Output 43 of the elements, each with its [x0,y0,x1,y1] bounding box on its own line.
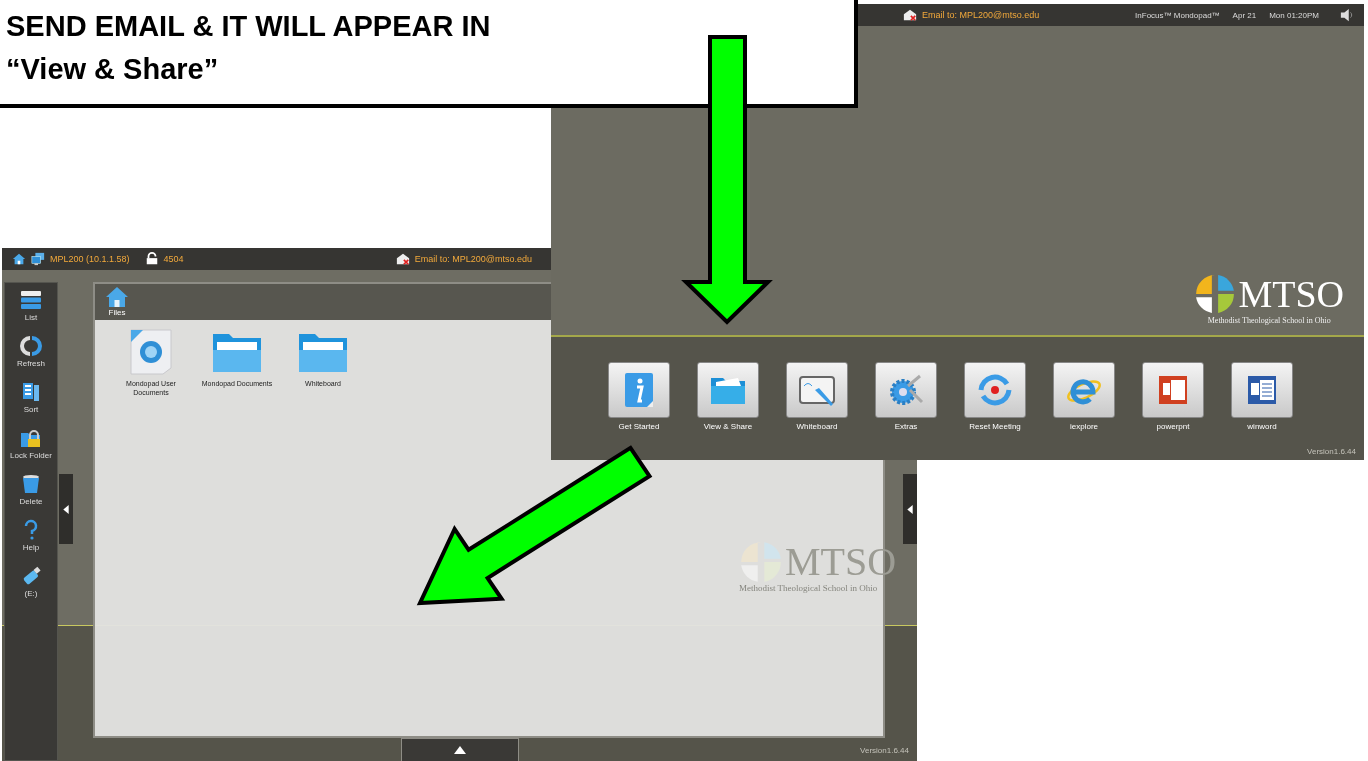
sort-icon [20,381,42,403]
device-name: MPL200 (10.1.1.58) [50,254,130,264]
version-label: Version1.6.44 [860,746,909,755]
sidebar-button[interactable]: List [20,289,42,331]
sidebar-button[interactable]: (E:) [20,565,42,607]
refresh-icon [20,335,42,357]
sidebar-button[interactable]: Sort [20,381,42,423]
sidebar-button[interactable]: Lock Folder [10,427,52,469]
callout-text: SEND EMAIL & IT WILL APPEAR IN [6,10,491,43]
trash-icon [20,473,42,495]
cross-logo-icon [739,539,783,584]
padlock-folder-icon [20,427,42,449]
home-icon[interactable] [12,252,26,266]
product-name: InFocus™ Mondopad™ [1135,10,1220,20]
speaker-icon[interactable] [1340,8,1354,22]
collapse-right-button[interactable] [903,474,917,544]
left-triangle-icon [63,504,69,514]
sidebar-button[interactable]: Delete [19,473,43,515]
sidebar-button[interactable]: Refresh [17,335,45,377]
email-icon [395,252,410,266]
email-address: Email to: MPL200@mtso.edu [414,254,532,264]
up-triangle-icon [454,746,466,754]
version-label: Version1.6.44 [1307,447,1356,456]
computer-icon [31,252,45,266]
email-address: Email to: MPL200@mtso.edu [922,10,1040,20]
email-icon [903,8,917,22]
left-triangle-icon [907,504,913,514]
collapse-left-button[interactable] [59,474,73,544]
expand-up-button[interactable] [401,738,519,761]
lock-icon [144,252,159,266]
files-location-button[interactable]: Files [103,284,131,320]
date-label: Apr 21 [1232,10,1257,20]
linked-document-icon [129,328,173,376]
time-label: Mon 01:20PM [1269,10,1319,20]
callout-text: “View & Share” [6,53,219,86]
sidebar-button[interactable]: Help [20,519,42,561]
list-icon [20,289,42,311]
home-icon [105,286,129,308]
logo-subtitle: Methodist Theological School in Ohio [739,583,878,593]
logo-subtitle: Methodist Theological School in Ohio [1207,316,1331,325]
access-code: 4504 [163,254,184,264]
logo-wordmark: MTSO [1238,272,1344,316]
cross-logo-icon [1194,273,1237,315]
